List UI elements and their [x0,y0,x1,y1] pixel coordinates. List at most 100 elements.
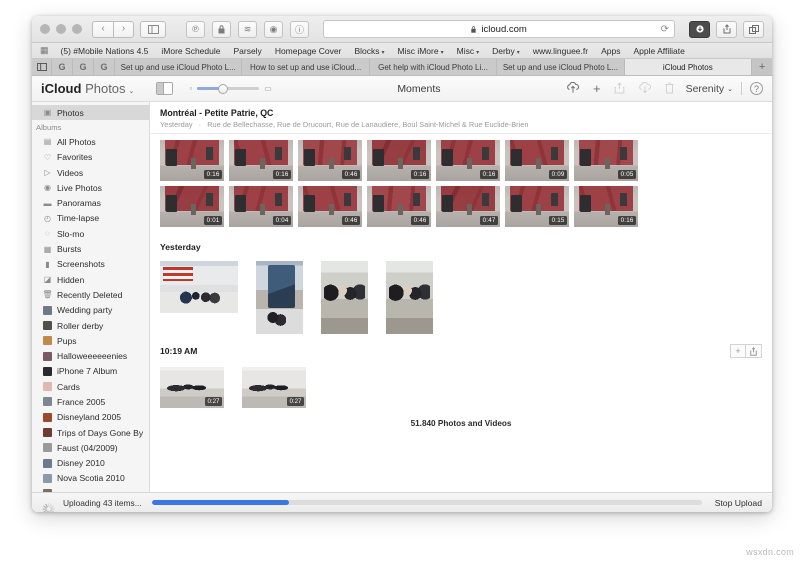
thumbnail-size-slider[interactable]: ▫ ▭ [189,84,271,93]
sidebar-item-france-2005[interactable]: France 2005 [32,394,149,409]
tab-1[interactable]: How to set up and use iCloud... [242,59,369,75]
address-bar[interactable]: icloud.com ⟳ [323,20,675,38]
video-thumbnail[interactable]: 0:46 [298,140,362,181]
section-title: Yesterday [160,242,201,252]
bookmark-misc-imore[interactable]: Misc iMore▾ [398,46,444,56]
photo-thumbnail[interactable] [321,261,368,334]
tab-favicon-google-3[interactable]: G [94,59,115,75]
tab-0[interactable]: Set up and use iCloud Photo L... [115,59,242,75]
sidebar-item-recently-deleted[interactable]: 🗑Recently Deleted [32,287,149,302]
share-section-button[interactable] [746,344,762,358]
bookmarks-grid-icon[interactable]: ▦ [40,45,48,56]
video-thumbnail[interactable]: 0:04 [229,186,293,227]
photo-thumbnail[interactable] [386,261,433,334]
tab-favicon-google-2[interactable]: G [73,59,94,75]
video-thumbnail[interactable]: 0:16 [229,140,293,181]
video-thumbnail[interactable]: 0:46 [298,186,362,227]
bookmark-linguee[interactable]: www.linguee.fr [533,46,588,56]
slider-knob[interactable] [218,84,228,94]
moment-locations: Rue de Bellechasse, Rue de Drucourt, Rue… [207,120,528,129]
bookmark-blocks[interactable]: Blocks▾ [354,46,384,56]
video-thumbnail[interactable]: 0:46 [367,186,431,227]
sidebar-item-roller-derby[interactable]: Roller derby [32,318,149,333]
back-button[interactable]: ‹ [92,21,113,38]
sidebar-item-disney-2010[interactable]: Disney 2010 [32,456,149,471]
pinterest-icon[interactable]: ℗ [186,21,205,38]
video-thumbnail[interactable]: 0:27 [242,367,306,408]
tab-favicon-google-1[interactable]: G [52,59,73,75]
photo-thumbnail[interactable] [256,261,303,334]
tab-sidebar-icon[interactable] [32,59,52,75]
video-thumbnail[interactable]: 0:01 [160,186,224,227]
sidebar-item-panoramas[interactable]: ▬Panoramas [32,195,149,210]
bookmark-derby[interactable]: Derby▾ [492,46,520,56]
add-album-button[interactable]: + [593,82,601,95]
sidebar-item-faust-04-2009[interactable]: Faust (04/2009) [32,440,149,455]
sidebar-item-favorites[interactable]: ♡Favorites [32,150,149,165]
toolbar-right-buttons [689,21,764,38]
sidebar-item-videos[interactable]: ▷Videos [32,165,149,180]
video-duration-badge: 0:46 [342,170,360,179]
lock-icon [218,25,225,34]
sidebar-item-iphone-7-album[interactable]: iPhone 7 Album [32,364,149,379]
sidebar-item-nova-scotia-2010[interactable]: Nova Scotia 2010 [32,471,149,486]
video-thumbnail[interactable]: 0:16 [160,140,224,181]
video-thumbnail[interactable]: 0:09 [505,140,569,181]
video-thumbnail[interactable]: 0:16 [367,140,431,181]
sidebar-item-wedding-party[interactable]: Wedding party [32,303,149,318]
bookmark-imore-schedule[interactable]: iMore Schedule [161,46,220,56]
new-tab-button[interactable]: + [752,59,772,75]
close-button[interactable] [40,24,50,34]
app-brand[interactable]: iCloud Photos⌄ [41,81,134,96]
add-to-album-button[interactable]: + [730,344,746,358]
bookmark-misc[interactable]: Misc▾ [457,46,480,56]
zoom-button[interactable] [72,24,82,34]
tab-icloud-photos[interactable]: iCloud Photos [625,59,752,75]
video-thumbnail[interactable]: 0:15 [505,186,569,227]
sidebar-item-cards[interactable]: Cards [32,379,149,394]
video-thumbnail[interactable]: 0:47 [436,186,500,227]
buffer-icon[interactable]: ≋ [238,21,257,38]
tab-2[interactable]: Get help with iCloud Photo Li... [370,59,497,75]
bookmark-mobile-nations[interactable]: (5) #Mobile Nations 4.5 [61,46,149,56]
upload-button[interactable] [566,82,580,96]
sidebar-item-hidden[interactable]: ◪Hidden [32,272,149,287]
account-menu[interactable]: Serenity ⌄ [686,83,733,95]
video-thumbnail[interactable]: 0:16 [436,140,500,181]
forward-button[interactable]: › [113,21,134,38]
bookmark-apple-affiliate[interactable]: Apple Affiliate [633,46,684,56]
stop-upload-button[interactable]: Stop Upload [715,498,762,508]
sidebar-item-halloweeeeeenies[interactable]: Halloweeeeeenies [32,348,149,363]
tabs-overview-button[interactable] [743,21,764,38]
onepassword-icon[interactable] [212,21,231,38]
video-thumbnail[interactable]: 0:27 [160,367,224,408]
sidebar-item-disneyland-2005[interactable]: Disneyland 2005 [32,410,149,425]
album-thumbnail [43,459,52,468]
sidebar-item-photos[interactable]: ▣ Photos [32,105,149,120]
share-button[interactable] [716,21,737,38]
bookmark-homepage-cover[interactable]: Homepage Cover [275,46,342,56]
sidebar-item-time-lapse[interactable]: ◴Time-lapse [32,211,149,226]
minimize-button[interactable] [56,24,66,34]
sidebar-item-live-photos[interactable]: ◉Live Photos [32,180,149,195]
sidebar-item-screenshots[interactable]: ▮Screenshots [32,257,149,272]
slider-track[interactable] [197,87,259,90]
bookmark-apps[interactable]: Apps [601,46,620,56]
info-icon[interactable]: ⓘ [290,21,309,38]
downloads-button[interactable] [689,21,710,38]
grammarly-icon[interactable]: ◉ [264,21,283,38]
tab-3[interactable]: Set up and use iCloud Photo L... [497,59,624,75]
sidebar-item-all-photos[interactable]: ▤All Photos [32,134,149,149]
help-button[interactable]: ? [750,82,763,95]
toggle-sidebar-button[interactable] [156,82,173,95]
reload-icon[interactable]: ⟳ [661,24,669,35]
sidebar-item-pups[interactable]: Pups [32,333,149,348]
photo-thumbnail[interactable] [160,261,238,313]
sidebar-item-slo-mo[interactable]: ◌Slo-mo [32,226,149,241]
video-thumbnail[interactable]: 0:16 [574,186,638,227]
video-thumbnail[interactable]: 0:05 [574,140,638,181]
bookmark-parsely[interactable]: Parsely [233,46,261,56]
sidebar-item-bursts[interactable]: ▦Bursts [32,241,149,256]
sidebar-item-trips-of-days-gone-by[interactable]: Trips of Days Gone By [32,425,149,440]
sidebar-toggle-button[interactable] [140,21,166,38]
